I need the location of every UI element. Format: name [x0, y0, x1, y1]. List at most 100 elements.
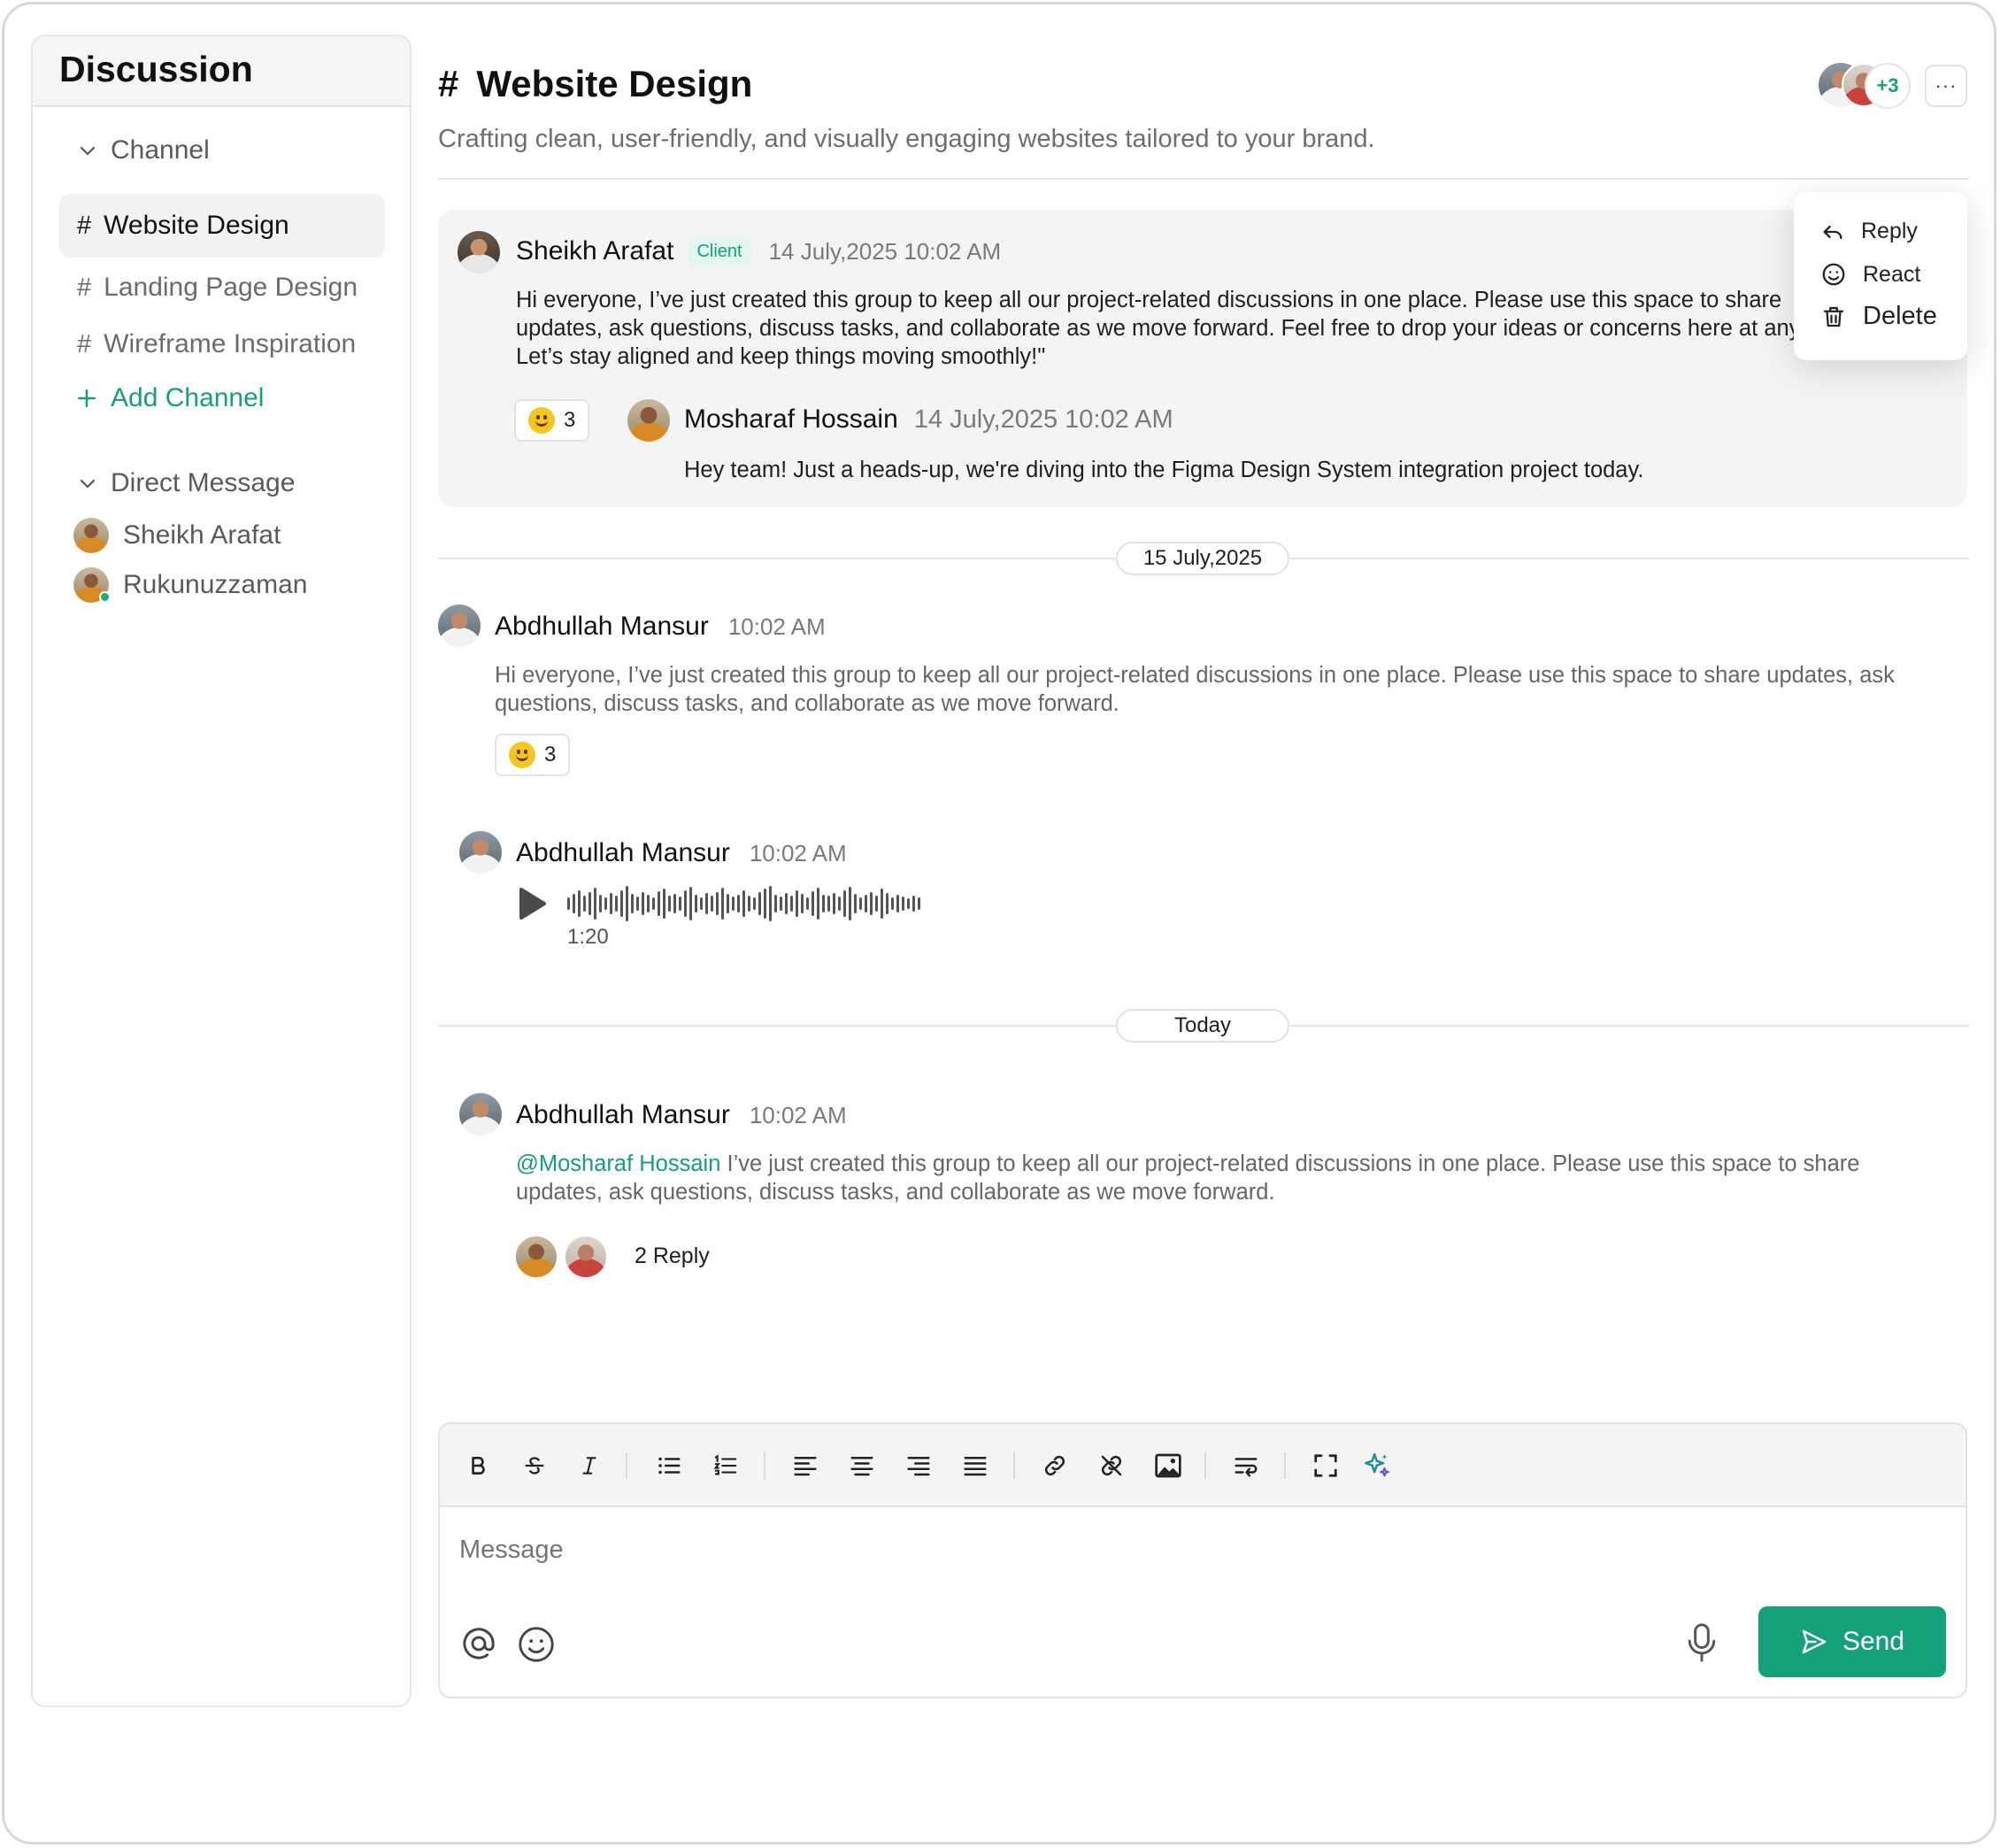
plus-icon: [78, 389, 96, 407]
toolbar-separator: [1013, 1452, 1015, 1479]
voice-record-button[interactable]: [1682, 1621, 1721, 1669]
smile-icon: [519, 1627, 554, 1662]
avatar: [564, 1235, 608, 1279]
waveform-bar: [796, 890, 798, 917]
reaction-count: 3: [544, 743, 557, 766]
channel-section-toggle[interactable]: Channel: [77, 135, 210, 166]
waveform-bar: [907, 898, 910, 909]
waveform-bar: [833, 893, 835, 914]
reply-body: Hey team! Just a heads-up, we're diving …: [684, 458, 1644, 482]
menu-item-delete[interactable]: Delete: [1820, 302, 1937, 331]
reaction-button[interactable]: 3: [495, 734, 571, 776]
waveform-bar: [626, 886, 628, 921]
message-time: 10:02 AM: [749, 839, 847, 866]
sidebar-title: Discussion: [59, 49, 253, 89]
add-channel-button[interactable]: Add Channel: [75, 383, 264, 413]
menu-item-react[interactable]: React: [1820, 261, 1920, 288]
align-left-button[interactable]: [788, 1449, 822, 1482]
reply-count-link[interactable]: 2 Reply: [635, 1244, 710, 1269]
waveform-bar: [588, 892, 591, 915]
waveform-bar: [700, 897, 703, 910]
play-button[interactable]: [518, 886, 548, 926]
waveform-bar: [817, 888, 819, 920]
channel-item-landing-page-design[interactable]: # Landing Page Design: [59, 256, 385, 320]
dm-name: Sheikh Arafat: [123, 520, 281, 550]
waveform-bar: [732, 897, 735, 911]
strikethrough-button[interactable]: [518, 1449, 551, 1482]
fullscreen-button[interactable]: [1309, 1449, 1342, 1482]
waveform-bar: [896, 895, 899, 912]
link-button[interactable]: [1038, 1449, 1072, 1482]
italic-icon: [582, 1457, 596, 1475]
waveform-bar: [737, 895, 740, 912]
waveform-bar: [769, 886, 772, 921]
unlink-button[interactable]: [1095, 1449, 1128, 1482]
waveform-bar: [604, 897, 607, 910]
menu-item-reply[interactable]: Reply: [1820, 219, 1918, 244]
more-options-button[interactable]: ···: [1925, 65, 1967, 107]
message-body: Hi everyone, I’ve just created this grou…: [516, 288, 1856, 369]
voice-waveform[interactable]: [567, 886, 1045, 921]
user-mention[interactable]: @Mosharaf Hossain: [516, 1151, 720, 1176]
align-right-button[interactable]: [902, 1449, 935, 1482]
reaction-button[interactable]: 3: [514, 399, 590, 442]
author-name: Mosharaf Hossain: [684, 404, 898, 434]
emoji-picker-button[interactable]: [516, 1624, 557, 1669]
ai-assist-button[interactable]: [1360, 1449, 1394, 1482]
menu-label: Reply: [1861, 219, 1918, 243]
avatar: [458, 231, 500, 273]
waveform-bar: [583, 896, 586, 912]
waveform-bar: [599, 895, 602, 912]
mention-button[interactable]: [459, 1624, 498, 1667]
waveform-bar: [668, 896, 671, 912]
waveform-bar: [705, 893, 708, 914]
waveform-bar: [822, 895, 825, 912]
image-icon: [1155, 1453, 1181, 1478]
dm-item-sheikh-arafat[interactable]: Sheikh Arafat: [73, 518, 281, 553]
role-badge: Client: [688, 237, 751, 266]
waveform-bar: [912, 896, 915, 912]
send-icon: [1802, 1629, 1827, 1654]
author-name: Sheikh Arafat: [516, 236, 674, 266]
text-wrap-icon: [1235, 1458, 1258, 1477]
waveform-bar: [647, 895, 650, 912]
avatar: [514, 1235, 558, 1279]
align-center-button[interactable]: [845, 1449, 879, 1482]
date-divider-label: Today: [1116, 1009, 1289, 1043]
numbered-list-button[interactable]: [709, 1449, 742, 1482]
waveform-bar: [610, 893, 612, 914]
italic-button[interactable]: [573, 1449, 606, 1482]
channel-item-website-design[interactable]: # Website Design: [59, 194, 385, 258]
send-label: Send: [1842, 1627, 1905, 1656]
avatar: [459, 831, 502, 874]
send-button[interactable]: Send: [1758, 1606, 1946, 1677]
waveform-bar: [684, 890, 687, 917]
waveform-bar: [636, 897, 639, 911]
waveform-bar: [578, 890, 581, 917]
avatar: [438, 604, 481, 647]
channel-section-label: Channel: [111, 135, 210, 165]
dm-section-toggle[interactable]: Direct Message: [77, 468, 295, 498]
toolbar-separator: [1284, 1452, 1286, 1479]
bold-button[interactable]: [461, 1449, 495, 1482]
reply-avatars[interactable]: [514, 1235, 612, 1279]
message-input[interactable]: [459, 1536, 1521, 1565]
text-wrap-button[interactable]: [1229, 1449, 1263, 1482]
message-header: Sheikh Arafat Client 14 July,2025 10:02 …: [516, 236, 1001, 266]
members-avatar-stack[interactable]: +3: [1819, 63, 1912, 109]
waveform-bar: [615, 896, 618, 912]
bullet-list-button[interactable]: [652, 1449, 686, 1482]
message-context-menu: Reply React Delete: [1794, 192, 1967, 360]
align-justify-button[interactable]: [958, 1449, 992, 1482]
waveform-bar: [785, 893, 788, 914]
insert-image-button[interactable]: [1151, 1449, 1185, 1482]
waveform-bar: [689, 887, 692, 920]
ai-sparkle-icon: [1364, 1452, 1389, 1477]
channel-item-wireframe-inspiration[interactable]: # Wireframe Inspiration: [59, 312, 385, 376]
channel-label: Website Design: [104, 211, 289, 240]
waveform-bar: [843, 890, 846, 917]
channel-title: Website Design: [476, 63, 753, 104]
dm-item-rukunuzzaman[interactable]: Rukunuzzaman: [73, 567, 307, 603]
align-left-icon: [794, 1457, 817, 1476]
waveform-bar: [875, 896, 878, 912]
